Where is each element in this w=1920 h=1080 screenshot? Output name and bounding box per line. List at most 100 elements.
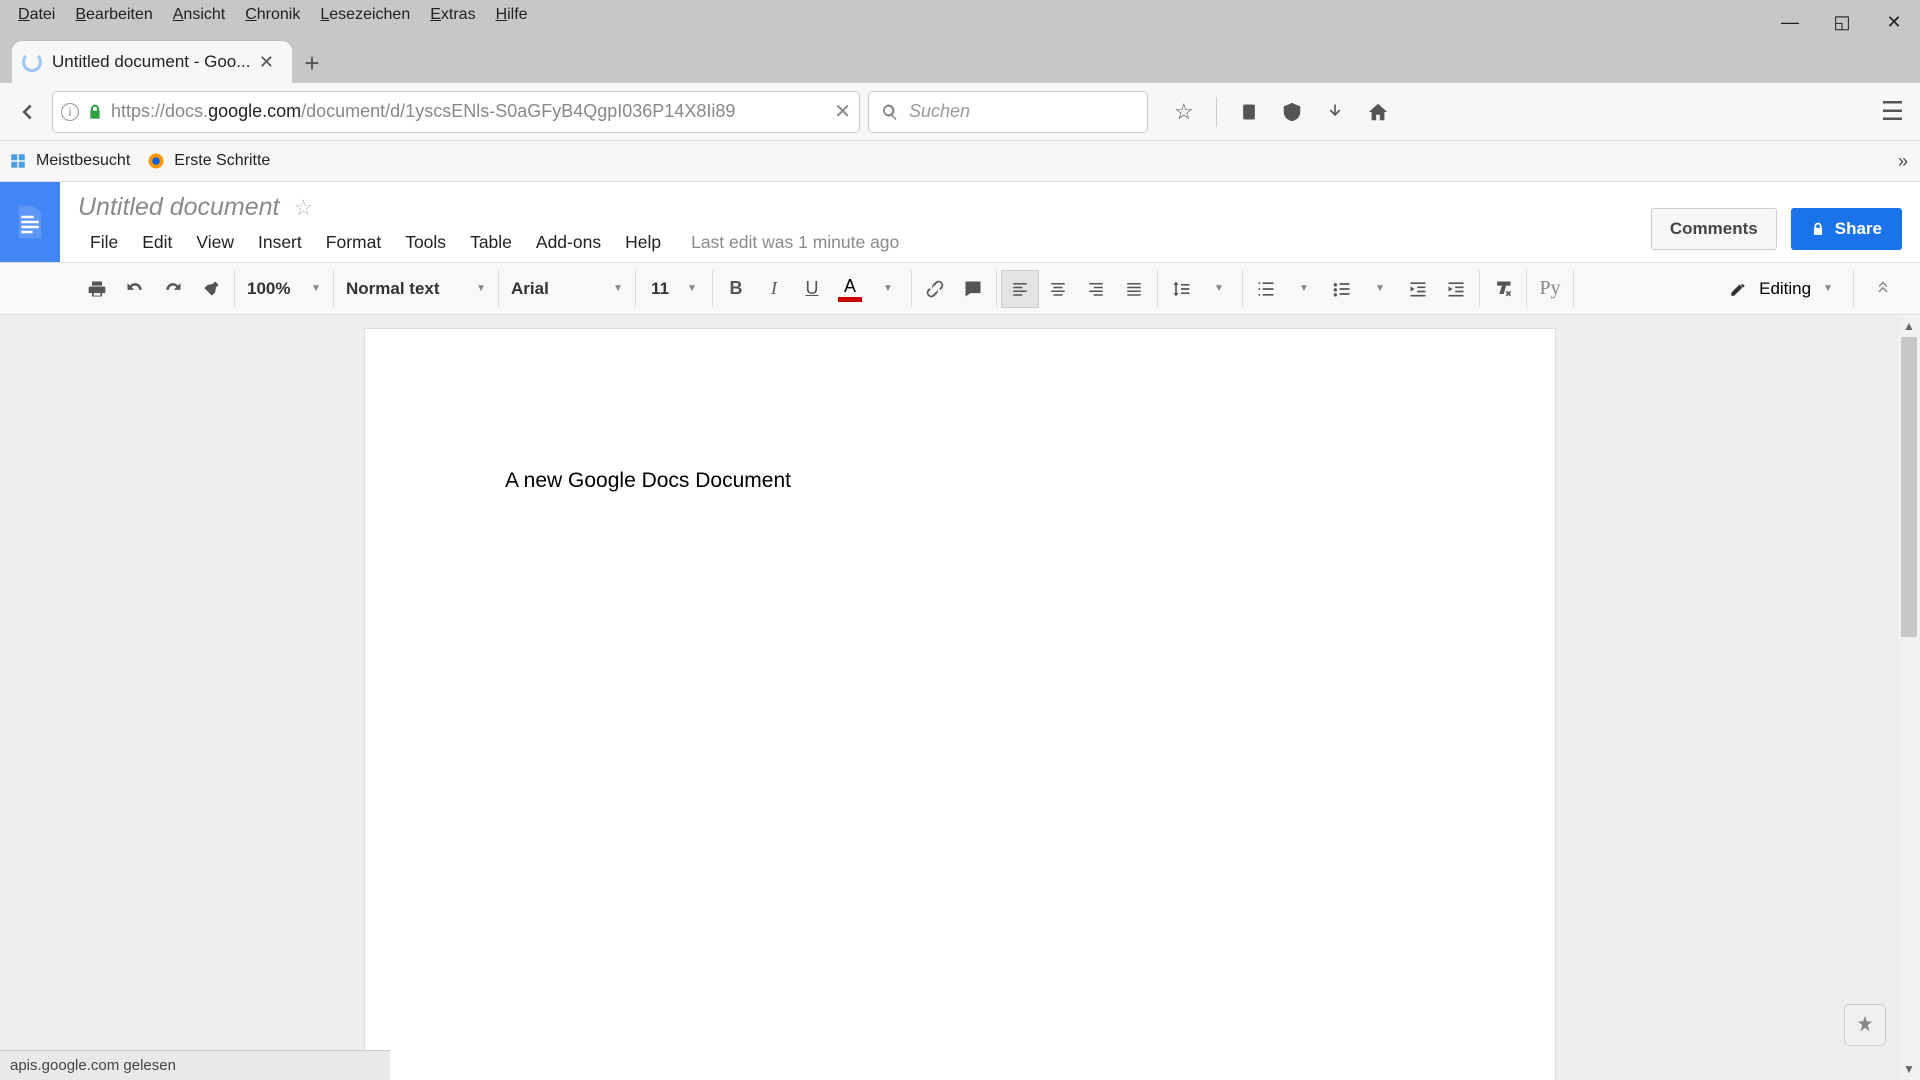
lock-icon <box>87 104 103 120</box>
menu-table[interactable]: Table <box>458 228 524 257</box>
undo-icon[interactable] <box>116 270 154 308</box>
align-right-icon[interactable] <box>1077 270 1115 308</box>
scrollbar-thumb[interactable] <box>1901 337 1917 637</box>
bookmark-erste-schritte[interactable]: Erste Schritte <box>146 151 270 171</box>
document-content[interactable]: A new Google Docs Document <box>505 469 1415 493</box>
site-info-icon[interactable]: i <box>61 103 79 121</box>
menu-datei[interactable]: Datei <box>8 6 65 24</box>
close-window-button[interactable]: ✕ <box>1868 12 1920 33</box>
document-bar: Untitled document ☆ File Edit View Inser… <box>0 182 1920 262</box>
bold-button[interactable]: B <box>717 270 755 308</box>
tab-title: Untitled document - Goo... <box>52 52 255 72</box>
toolbar-right: ☆ <box>1174 97 1389 127</box>
window-controls: — ◱ ✕ <box>1764 0 1920 46</box>
status-text: apis.google.com gelesen <box>10 1057 176 1074</box>
print-icon[interactable] <box>78 270 116 308</box>
italic-button[interactable]: I <box>755 270 793 308</box>
menu-help[interactable]: Help <box>613 228 673 257</box>
docs-menubar: File Edit View Insert Format Tools Table… <box>78 228 1920 257</box>
bulleted-list-caret[interactable]: ▼ <box>1361 270 1399 308</box>
paint-format-icon[interactable] <box>192 270 230 308</box>
search-box[interactable]: Suchen <box>868 91 1148 133</box>
hamburger-menu-icon[interactable]: ☰ <box>1875 96 1910 127</box>
maximize-button[interactable]: ◱ <box>1816 12 1868 33</box>
text-color-button[interactable]: A <box>831 276 869 302</box>
underline-button[interactable]: U <box>793 270 831 308</box>
explore-button[interactable] <box>1844 1004 1886 1046</box>
decrease-indent-icon[interactable] <box>1399 270 1437 308</box>
tab-close-button[interactable]: ✕ <box>255 52 278 73</box>
clear-url-button[interactable]: ✕ <box>834 99 851 124</box>
formatting-toolbar: 100%▼ Normal text▼ Arial▼ 11▼ B I U A ▼ … <box>0 262 1920 315</box>
last-edit-text: Last edit was 1 minute ago <box>673 232 899 253</box>
clear-formatting-icon[interactable] <box>1484 270 1522 308</box>
menu-tools[interactable]: Tools <box>393 228 458 257</box>
clipboard-icon[interactable] <box>1239 102 1259 122</box>
document-canvas: A new Google Docs Document <box>0 315 1920 1080</box>
zoom-dropdown[interactable]: 100%▼ <box>239 270 329 308</box>
menu-extras[interactable]: Extras <box>420 6 485 24</box>
share-button[interactable]: Share <box>1791 208 1902 250</box>
menu-insert[interactable]: Insert <box>246 228 314 257</box>
bulleted-list-icon[interactable] <box>1323 270 1361 308</box>
comments-button[interactable]: Comments <box>1651 208 1777 250</box>
align-center-icon[interactable] <box>1039 270 1077 308</box>
editing-mode-dropdown[interactable]: Editing ▼ <box>1713 279 1849 299</box>
navigation-bar: i https://docs.google.com/document/d/1ys… <box>0 83 1920 141</box>
insert-comment-icon[interactable] <box>954 270 992 308</box>
docs-logo[interactable] <box>0 182 60 262</box>
align-left-icon[interactable] <box>1001 270 1039 308</box>
font-family-dropdown[interactable]: Arial▼ <box>503 270 631 308</box>
menu-bearbeiten[interactable]: Bearbeiten <box>65 6 162 24</box>
menu-edit[interactable]: Edit <box>130 228 184 257</box>
line-spacing-caret[interactable]: ▼ <box>1200 270 1238 308</box>
insert-link-icon[interactable] <box>916 270 954 308</box>
pencil-icon <box>1729 280 1747 298</box>
collapse-toolbar-icon[interactable] <box>1858 280 1908 298</box>
menu-format[interactable]: Format <box>314 228 393 257</box>
numbered-list-caret[interactable]: ▼ <box>1285 270 1323 308</box>
menu-file[interactable]: File <box>78 228 130 257</box>
vertical-scrollbar[interactable]: ▲ ▼ <box>1898 315 1920 1080</box>
redo-icon[interactable] <box>154 270 192 308</box>
scroll-up-icon[interactable]: ▲ <box>1898 315 1920 337</box>
minimize-button[interactable]: — <box>1764 12 1816 33</box>
most-visited-icon <box>8 151 28 171</box>
align-justify-icon[interactable] <box>1115 270 1153 308</box>
font-size-dropdown[interactable]: 11▼ <box>640 270 708 308</box>
pocket-icon[interactable] <box>1281 101 1303 123</box>
increase-indent-icon[interactable] <box>1437 270 1475 308</box>
google-docs-app: Untitled document ☆ File Edit View Inser… <box>0 182 1920 1080</box>
url-text: https://docs.google.com/document/d/1yscs… <box>111 101 826 122</box>
search-icon <box>881 103 899 121</box>
star-document-icon[interactable]: ☆ <box>294 195 314 221</box>
bookmark-meistbesucht[interactable]: Meistbesucht <box>8 151 130 171</box>
bookmarks-bar: Meistbesucht Erste Schritte » <box>0 141 1920 182</box>
text-color-caret[interactable]: ▼ <box>869 270 907 308</box>
firefox-menubar: Datei Bearbeiten Ansicht Chronik Lesezei… <box>0 0 1920 30</box>
line-spacing-icon[interactable] <box>1162 270 1200 308</box>
menu-ansicht[interactable]: Ansicht <box>163 6 235 24</box>
paragraph-style-dropdown[interactable]: Normal text▼ <box>338 270 494 308</box>
scroll-down-icon[interactable]: ▼ <box>1898 1058 1920 1080</box>
menu-chronik[interactable]: Chronik <box>235 6 310 24</box>
menu-view[interactable]: View <box>184 228 246 257</box>
document-page[interactable]: A new Google Docs Document <box>365 329 1555 1080</box>
menu-addons[interactable]: Add-ons <box>524 228 613 257</box>
bookmark-star-icon[interactable]: ☆ <box>1174 99 1194 125</box>
home-icon[interactable] <box>1367 101 1389 123</box>
downloads-icon[interactable] <box>1325 102 1345 122</box>
search-placeholder: Suchen <box>909 101 970 122</box>
new-tab-button[interactable]: + <box>292 43 332 83</box>
menu-hilfe[interactable]: Hilfe <box>486 6 538 24</box>
input-tools-button[interactable]: Py <box>1531 270 1569 308</box>
back-button[interactable] <box>10 95 44 129</box>
numbered-list-icon[interactable] <box>1247 270 1285 308</box>
document-title[interactable]: Untitled document <box>78 193 280 222</box>
doc-top-right: Comments Share <box>1651 208 1902 250</box>
menu-lesezeichen[interactable]: Lesezeichen <box>310 6 420 24</box>
lock-icon <box>1811 222 1825 236</box>
bookmarks-overflow-icon[interactable]: » <box>1898 151 1908 172</box>
browser-tab[interactable]: Untitled document - Goo... ✕ <box>12 41 292 83</box>
url-bar[interactable]: i https://docs.google.com/document/d/1ys… <box>52 91 860 133</box>
